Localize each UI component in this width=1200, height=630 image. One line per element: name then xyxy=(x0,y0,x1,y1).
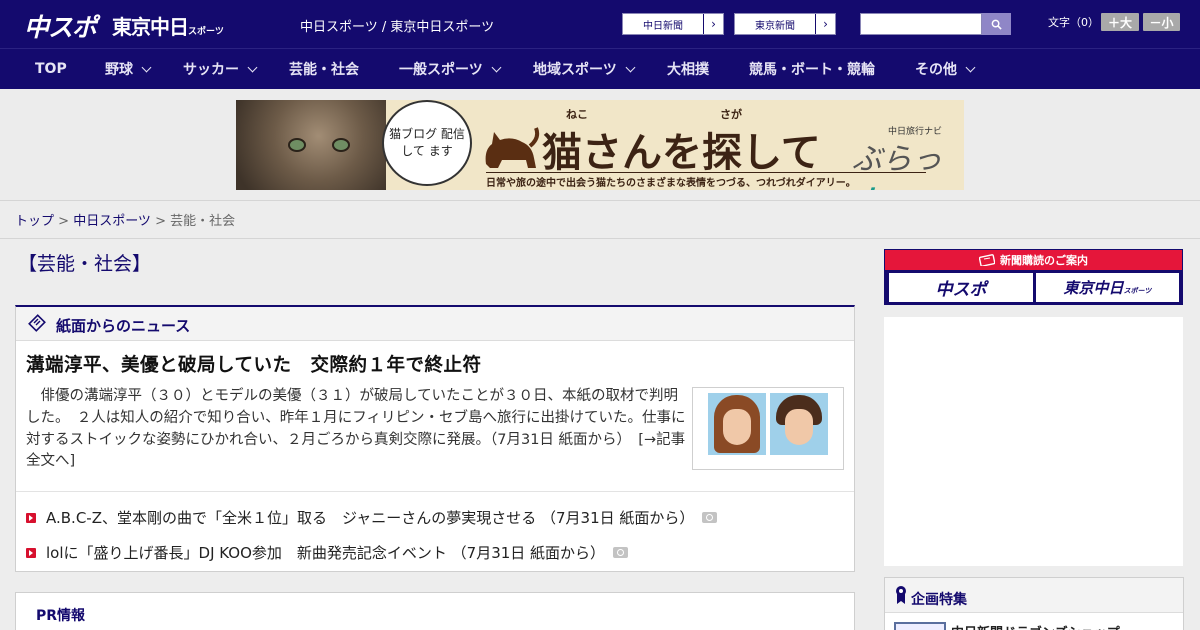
newspaper-icon xyxy=(28,314,46,332)
list-item[interactable]: lolに「盛り上げ番長」DJ KOO参加 新曲発売記念イベント （7月31日 紙… xyxy=(26,542,629,563)
breadcrumb: トップ > 中日スポーツ > 芸能・社会 xyxy=(15,210,235,229)
top-header: 中スポ 東京中日スポーツ 中日スポーツ / 東京中日スポーツ 中日新聞 › 東京… xyxy=(0,0,1200,48)
chevron-down-icon xyxy=(141,62,152,72)
ribbon-icon xyxy=(896,586,906,604)
ad-slot xyxy=(884,317,1183,566)
speech-bubble: 猫ブログ 配信して ます xyxy=(382,100,472,186)
nav-label: 芸能・社会 xyxy=(289,62,359,78)
cat-eye xyxy=(288,138,306,152)
link-label: 東京新聞 xyxy=(755,20,795,32)
tokyo-shimbun-link[interactable]: 東京新聞 › xyxy=(734,13,836,35)
subscription-box: 新聞購読のご案内 中スポ 東京中日 スポーツ xyxy=(884,249,1183,305)
font-size-label: 文字（0） xyxy=(1048,16,1099,29)
cat-silhouette-icon xyxy=(485,127,540,168)
divider xyxy=(16,491,854,492)
breadcrumb-current: 芸能・社会 xyxy=(170,214,236,229)
nav-label: 大相撲 xyxy=(667,62,709,78)
article-summary: 俳優の溝端淳平（３０）とモデルの美優（３１）が破局していたことが３０日、本紙の取… xyxy=(26,388,686,470)
headline-link[interactable]: 溝端淳平、美優と破局していた 交際約１年で終止符 xyxy=(26,351,481,377)
bullet-arrow-icon xyxy=(26,547,36,558)
main-nav: TOP 野球 サッカー 芸能・社会 一般スポーツ 地域スポーツ 大相撲 競馬・ボ… xyxy=(0,48,1200,89)
pr-section: PR情報 xyxy=(15,592,855,630)
nav-label: 一般スポーツ xyxy=(399,62,483,78)
chevron-down-icon xyxy=(965,62,976,72)
breadcrumb-separator: > xyxy=(150,214,171,229)
subscription-header: 新聞購読のご案内 xyxy=(885,250,1182,270)
nav-item-soccer[interactable]: サッカー xyxy=(183,49,258,89)
sub-button-label: 東京中日 xyxy=(1063,279,1124,297)
nav-label: 競馬・ボート・競輪 xyxy=(749,62,875,78)
bullet-arrow-icon xyxy=(26,512,36,523)
nav-item-entertainment[interactable]: 芸能・社会 xyxy=(289,49,359,89)
news-section: 紙面からのニュース 溝端淳平、美優と破局していた 交際約１年で終止符 俳優の溝端… xyxy=(15,305,855,572)
nav-item-sumo[interactable]: 大相撲 xyxy=(667,49,709,89)
search-button[interactable] xyxy=(982,13,1011,35)
nav-item-racing[interactable]: 競馬・ボート・競輪 xyxy=(749,49,875,89)
breadcrumb-home[interactable]: トップ xyxy=(15,214,54,229)
nav-label: その他 xyxy=(915,62,957,78)
photo-woman xyxy=(708,393,766,455)
breadcrumb-section[interactable]: 中日スポーツ xyxy=(73,214,151,229)
chevron-right-icon: › xyxy=(703,14,723,34)
nav-label: TOP xyxy=(35,61,67,77)
camera-icon xyxy=(613,547,629,558)
pr-section-title: PR情報 xyxy=(36,608,86,624)
list-item-title: lolに「盛り上げ番長」DJ KOO参加 新曲発売記念イベント （7月31日 紙… xyxy=(46,544,606,562)
subscribe-chuspo-button[interactable]: 中スポ xyxy=(889,273,1033,302)
divider xyxy=(0,238,1200,239)
search-icon xyxy=(991,19,1002,30)
article-thumbnail[interactable] xyxy=(692,387,844,470)
camera-icon xyxy=(702,512,718,523)
font-size-down-button[interactable]: －小 xyxy=(1143,13,1180,31)
nav-item-local-sports[interactable]: 地域スポーツ xyxy=(533,49,636,89)
tokyo-logo-suffix: スポーツ xyxy=(188,27,224,37)
tokyo-logo-text: 東京中日 xyxy=(112,15,189,39)
subscribe-tokyo-chunichi-button[interactable]: 東京中日 スポーツ xyxy=(1036,273,1179,302)
chevron-down-icon xyxy=(491,62,502,72)
breadcrumb-separator: > xyxy=(54,214,74,229)
chuspo-logo[interactable]: 中スポ xyxy=(24,8,97,44)
cat-photo xyxy=(236,100,386,190)
special-thumbnail[interactable] xyxy=(894,622,946,630)
chevron-right-icon: › xyxy=(815,14,835,34)
nav-item-baseball[interactable]: 野球 xyxy=(105,49,152,89)
photo-man xyxy=(770,393,828,455)
chevron-down-icon xyxy=(247,62,258,72)
list-item[interactable]: A.B.C-Z、堂本剛の曲で「全米１位」取る ジャニーさんの夢実現させる （7月… xyxy=(26,507,718,528)
news-section-header: 紙面からのニュース xyxy=(16,307,854,341)
nav-item-general-sports[interactable]: 一般スポーツ xyxy=(399,49,502,89)
search-input[interactable] xyxy=(860,13,982,35)
nav-label: 地域スポーツ xyxy=(533,62,617,78)
site-names: 中日スポーツ / 東京中日スポーツ xyxy=(300,20,495,35)
sub-button-suffix: スポーツ xyxy=(1123,286,1152,295)
font-size-up-button[interactable]: ＋大 xyxy=(1101,13,1139,31)
nav-label: 野球 xyxy=(105,62,133,78)
tokyo-chunichi-logo[interactable]: 東京中日スポーツ xyxy=(112,11,224,40)
page-title: 【芸能・社会】 xyxy=(18,253,152,275)
cat-eye xyxy=(332,138,350,152)
nav-label: サッカー xyxy=(183,62,239,78)
cat-blog-banner[interactable]: 猫ブログ 配信して ます ねこ さが 猫さんを探して 中日旅行ナビ ぶらっ人 日… xyxy=(236,100,964,190)
link-label: 中日新聞 xyxy=(643,20,683,32)
chunichi-shimbun-link[interactable]: 中日新聞 › xyxy=(622,13,724,35)
news-section-title: 紙面からのニュース xyxy=(56,317,191,335)
special-feature-title: 企画特集 xyxy=(911,592,967,608)
chevron-down-icon xyxy=(625,62,636,72)
banner-tagline: 日常や旅の途中で出会う猫たちのさまざまな表情をつづる、つれづれダイアリー。 xyxy=(486,172,926,189)
special-feature-link[interactable]: 中日新聞ドラゴンズショップ xyxy=(951,622,1120,630)
special-feature-box: 企画特集 中日新聞ドラゴンズショップ xyxy=(884,577,1184,630)
banner-area: 猫ブログ 配信して ます ねこ さが 猫さんを探して 中日旅行ナビ ぶらっ人 日… xyxy=(0,89,1200,201)
list-item-title: A.B.C-Z、堂本剛の曲で「全米１位」取る ジャニーさんの夢実現させる （7月… xyxy=(46,509,695,527)
banner-title: 猫さんを探して xyxy=(542,129,821,176)
subscription-title: 新聞購読のご案内 xyxy=(1000,254,1088,267)
nav-item-other[interactable]: その他 xyxy=(915,49,976,89)
special-feature-header: 企画特集 xyxy=(885,578,1183,613)
nav-item-top[interactable]: TOP xyxy=(35,49,67,89)
ticket-icon xyxy=(979,254,995,266)
